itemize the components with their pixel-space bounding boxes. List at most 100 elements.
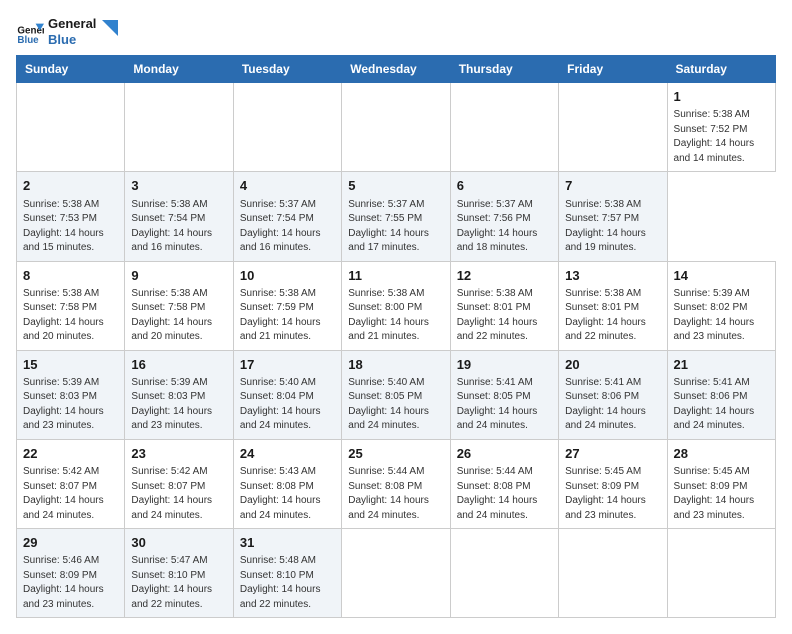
day-number: 30 <box>131 534 226 552</box>
day-info: Sunrise: 5:42 AMSunset: 8:07 PMDaylight:… <box>23 465 118 523</box>
header-tuesday: Tuesday <box>233 56 341 83</box>
day-number: 12 <box>457 267 552 285</box>
logo: General Blue General Blue <box>16 16 118 47</box>
day-info: Sunrise: 5:45 AMSunset: 8:09 PMDaylight:… <box>674 465 769 523</box>
day-info: Sunrise: 5:44 AMSunset: 8:08 PMDaylight:… <box>348 465 443 523</box>
day-info: Sunrise: 5:38 AMSunset: 7:58 PMDaylight:… <box>23 287 118 345</box>
day-info: Sunrise: 5:41 AMSunset: 8:06 PMDaylight:… <box>674 376 769 434</box>
day-info: Sunrise: 5:43 AMSunset: 8:08 PMDaylight:… <box>240 465 335 523</box>
calendar-week-row: 29 Sunrise: 5:46 AMSunset: 8:09 PMDayligh… <box>17 529 776 618</box>
empty-cell <box>233 83 341 172</box>
calendar-day: 17 Sunrise: 5:40 AMSunset: 8:04 PMDayligh… <box>233 350 341 439</box>
calendar-day: 2 Sunrise: 5:38 AMSunset: 7:53 PMDaylight… <box>17 172 125 261</box>
calendar-week-row: 8 Sunrise: 5:38 AMSunset: 7:58 PMDaylight… <box>17 261 776 350</box>
day-number: 8 <box>23 267 118 285</box>
calendar-day <box>342 529 450 618</box>
header-wednesday: Wednesday <box>342 56 450 83</box>
calendar-day: 26 Sunrise: 5:44 AMSunset: 8:08 PMDayligh… <box>450 439 558 528</box>
calendar-day <box>667 529 775 618</box>
day-info: Sunrise: 5:39 AMSunset: 8:03 PMDaylight:… <box>23 376 118 434</box>
day-info: Sunrise: 5:48 AMSunset: 8:10 PMDaylight:… <box>240 554 335 612</box>
calendar-day: 22 Sunrise: 5:42 AMSunset: 8:07 PMDayligh… <box>17 439 125 528</box>
day-info: Sunrise: 5:37 AMSunset: 7:55 PMDaylight:… <box>348 198 443 256</box>
calendar-week-row: 15 Sunrise: 5:39 AMSunset: 8:03 PMDayligh… <box>17 350 776 439</box>
empty-cell <box>342 83 450 172</box>
calendar-day: 16Sunrise: 5:39 AMSunset: 8:03 PMDayligh… <box>125 350 233 439</box>
day-info: Sunrise: 5:38 AMSunset: 7:52 PMDaylight:… <box>674 108 769 166</box>
calendar-day: 31 Sunrise: 5:48 AMSunset: 8:10 PMDayligh… <box>233 529 341 618</box>
calendar-day: 30Sunrise: 5:47 AMSunset: 8:10 PMDayligh… <box>125 529 233 618</box>
calendar-day: 5 Sunrise: 5:37 AMSunset: 7:55 PMDaylight… <box>342 172 450 261</box>
day-info: Sunrise: 5:38 AMSunset: 7:57 PMDaylight:… <box>565 198 660 256</box>
header-saturday: Saturday <box>667 56 775 83</box>
calendar-day: 3 Sunrise: 5:38 AMSunset: 7:54 PMDaylight… <box>125 172 233 261</box>
calendar-day: 20 Sunrise: 5:41 AMSunset: 8:06 PMDayligh… <box>559 350 667 439</box>
page-header: General Blue General Blue <box>16 16 776 47</box>
day-info: Sunrise: 5:38 AMSunset: 7:54 PMDaylight:… <box>131 198 226 256</box>
day-info: Sunrise: 5:38 AMSunset: 7:59 PMDaylight:… <box>240 287 335 345</box>
header-friday: Friday <box>559 56 667 83</box>
day-info: Sunrise: 5:38 AMSunset: 8:01 PMDaylight:… <box>565 287 660 345</box>
calendar-day: 14Sunrise: 5:39 AMSunset: 8:02 PMDayligh… <box>667 261 775 350</box>
calendar-day: 23Sunrise: 5:42 AMSunset: 8:07 PMDayligh… <box>125 439 233 528</box>
day-info: Sunrise: 5:44 AMSunset: 8:08 PMDaylight:… <box>457 465 552 523</box>
day-number: 22 <box>23 445 118 463</box>
day-info: Sunrise: 5:38 AMSunset: 8:00 PMDaylight:… <box>348 287 443 345</box>
calendar-header-row: SundayMondayTuesdayWednesdayThursdayFrid… <box>17 56 776 83</box>
calendar-week-row: 1 Sunrise: 5:38 AMSunset: 7:52 PMDaylight… <box>17 83 776 172</box>
day-info: Sunrise: 5:38 AMSunset: 7:53 PMDaylight:… <box>23 198 118 256</box>
calendar-day: 8 Sunrise: 5:38 AMSunset: 7:58 PMDaylight… <box>17 261 125 350</box>
day-number: 1 <box>674 88 769 106</box>
day-number: 21 <box>674 356 769 374</box>
day-number: 3 <box>131 177 226 195</box>
day-number: 10 <box>240 267 335 285</box>
day-info: Sunrise: 5:38 AMSunset: 7:58 PMDaylight:… <box>131 287 226 345</box>
empty-cell <box>450 83 558 172</box>
day-number: 9 <box>131 267 226 285</box>
day-info: Sunrise: 5:41 AMSunset: 8:06 PMDaylight:… <box>565 376 660 434</box>
calendar-day <box>450 529 558 618</box>
calendar-day: 27Sunrise: 5:45 AMSunset: 8:09 PMDayligh… <box>559 439 667 528</box>
day-number: 13 <box>565 267 660 285</box>
day-number: 19 <box>457 356 552 374</box>
day-number: 31 <box>240 534 335 552</box>
day-info: Sunrise: 5:38 AMSunset: 8:01 PMDaylight:… <box>457 287 552 345</box>
day-info: Sunrise: 5:40 AMSunset: 8:05 PMDaylight:… <box>348 376 443 434</box>
calendar-day: 28 Sunrise: 5:45 AMSunset: 8:09 PMDayligh… <box>667 439 775 528</box>
day-number: 7 <box>565 177 660 195</box>
empty-cell <box>17 83 125 172</box>
day-number: 15 <box>23 356 118 374</box>
day-info: Sunrise: 5:37 AMSunset: 7:54 PMDaylight:… <box>240 198 335 256</box>
blue-triangle-icon <box>98 20 118 40</box>
day-info: Sunrise: 5:40 AMSunset: 8:04 PMDaylight:… <box>240 376 335 434</box>
day-number: 14 <box>674 267 769 285</box>
day-number: 28 <box>674 445 769 463</box>
day-number: 27 <box>565 445 660 463</box>
empty-cell <box>125 83 233 172</box>
day-number: 2 <box>23 177 118 195</box>
day-number: 5 <box>348 177 443 195</box>
day-number: 11 <box>348 267 443 285</box>
svg-text:Blue: Blue <box>17 35 39 46</box>
calendar-day: 11 Sunrise: 5:38 AMSunset: 8:00 PMDayligh… <box>342 261 450 350</box>
header-sunday: Sunday <box>17 56 125 83</box>
calendar-day: 9 Sunrise: 5:38 AMSunset: 7:58 PMDaylight… <box>125 261 233 350</box>
day-number: 29 <box>23 534 118 552</box>
calendar-day: 21 Sunrise: 5:41 AMSunset: 8:06 PMDayligh… <box>667 350 775 439</box>
day-number: 16 <box>131 356 226 374</box>
day-info: Sunrise: 5:41 AMSunset: 8:05 PMDaylight:… <box>457 376 552 434</box>
header-thursday: Thursday <box>450 56 558 83</box>
calendar-day: 19 Sunrise: 5:41 AMSunset: 8:05 PMDayligh… <box>450 350 558 439</box>
day-number: 17 <box>240 356 335 374</box>
calendar-day: 10 Sunrise: 5:38 AMSunset: 7:59 PMDayligh… <box>233 261 341 350</box>
day-info: Sunrise: 5:46 AMSunset: 8:09 PMDaylight:… <box>23 554 118 612</box>
day-number: 20 <box>565 356 660 374</box>
calendar-table: SundayMondayTuesdayWednesdayThursdayFrid… <box>16 55 776 618</box>
calendar-day <box>559 529 667 618</box>
calendar-day: 4Sunrise: 5:37 AMSunset: 7:54 PMDaylight… <box>233 172 341 261</box>
day-number: 23 <box>131 445 226 463</box>
day-number: 26 <box>457 445 552 463</box>
logo-icon: General Blue <box>16 18 44 46</box>
calendar-day: 13 Sunrise: 5:38 AMSunset: 8:01 PMDayligh… <box>559 261 667 350</box>
calendar-week-row: 2 Sunrise: 5:38 AMSunset: 7:53 PMDaylight… <box>17 172 776 261</box>
